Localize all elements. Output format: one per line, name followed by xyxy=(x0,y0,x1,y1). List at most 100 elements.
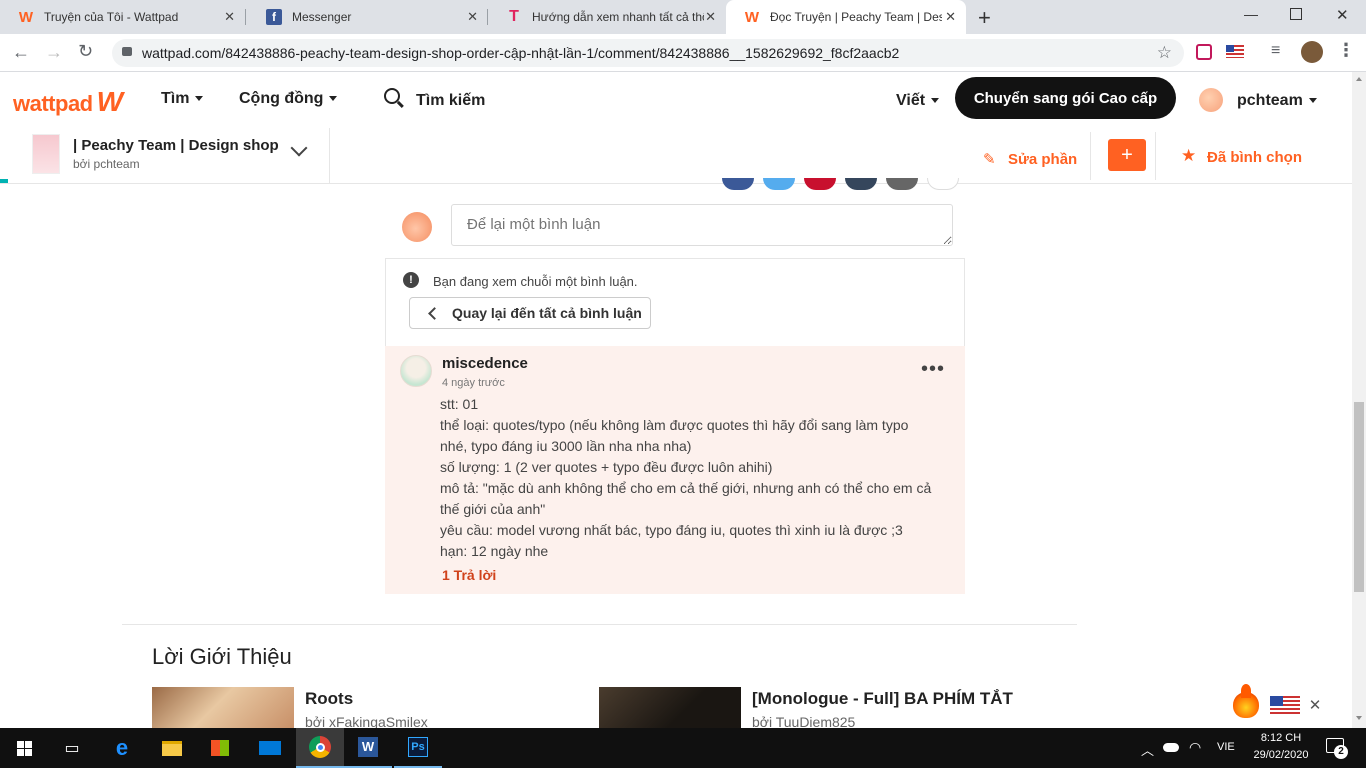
tab-wattpad-stories[interactable]: W Truyện của Tôi - Wattpad ✕ xyxy=(0,0,245,34)
browser-tab-strip: W Truyện của Tôi - Wattpad ✕ f Messenger… xyxy=(0,0,1366,34)
reading-progress xyxy=(0,179,8,183)
word-icon[interactable]: W xyxy=(344,728,392,768)
story-cover[interactable] xyxy=(32,134,60,174)
more-dots-icon[interactable]: ••• xyxy=(921,358,945,381)
task-view-icon[interactable]: ▭ xyxy=(48,728,96,768)
new-tab-icon[interactable]: + xyxy=(978,5,991,31)
more-share-icon[interactable] xyxy=(927,178,959,190)
close-tab-icon[interactable]: ✕ xyxy=(945,9,956,25)
show-hidden-icons-icon[interactable]: ︿ xyxy=(1141,740,1154,759)
scroll-up-icon[interactable] xyxy=(1356,77,1362,81)
current-user-avatar xyxy=(402,212,432,242)
url-text: wattpad.com/842438886-peachy-team-design… xyxy=(142,45,900,61)
language-indicator[interactable]: VIE xyxy=(1217,741,1235,753)
reload-icon[interactable]: ↻ xyxy=(78,41,93,62)
tab-peachy-team-active[interactable]: W Đọc Truyện | Peachy Team | Desig ✕ xyxy=(726,0,966,34)
mail-icon[interactable] xyxy=(246,728,294,768)
reply-count-link[interactable]: 1 Trả lời xyxy=(442,567,496,583)
t-logo-icon: T xyxy=(509,8,519,25)
divider xyxy=(122,624,1077,625)
extension-icon[interactable] xyxy=(1196,44,1212,60)
close-tab-icon[interactable]: ✕ xyxy=(224,9,235,25)
tab-guide[interactable]: T Hướng dẫn xem nhanh tất cả thô ✕ xyxy=(488,0,726,34)
comment-line: stt: 01 xyxy=(440,396,479,412)
windows-start-icon[interactable] xyxy=(0,728,48,768)
comment-input[interactable] xyxy=(451,204,953,246)
user-menu[interactable]: pchteam xyxy=(1237,92,1317,110)
add-to-list-button[interactable]: + xyxy=(1108,139,1146,171)
profile-avatar[interactable] xyxy=(1301,41,1323,63)
caret-down-icon xyxy=(931,98,940,104)
back-label: Quay lại đến tất cả bình luận xyxy=(452,305,642,321)
browser-toolbar: ← → ↻ wattpad.com/842438886-peachy-team-… xyxy=(0,34,1366,72)
community-menu[interactable]: Cộng đồng xyxy=(239,90,338,108)
recommendation-title[interactable]: Roots xyxy=(305,689,353,709)
comment-time: 4 ngày trước xyxy=(442,377,505,389)
wifi-icon[interactable]: ◠ xyxy=(1189,739,1201,756)
chrome-menu-icon[interactable]: ⋮ xyxy=(1337,40,1355,61)
write-menu[interactable]: Viết xyxy=(896,92,940,110)
caret-down-icon xyxy=(195,96,204,102)
thread-notice: ! Bạn đang xem chuỗi một bình luận. Quay… xyxy=(385,258,965,346)
media-queue-icon[interactable]: ≡ xyxy=(1271,42,1280,60)
store-icon[interactable] xyxy=(196,728,244,768)
wattpad-logo-icon: W xyxy=(744,8,760,26)
recommendation-title[interactable]: [Monologue - Full] BA PHÍM TẮT xyxy=(752,689,1013,709)
close-tab-icon[interactable]: ✕ xyxy=(467,9,478,25)
recommendation-cover[interactable] xyxy=(599,687,741,728)
photoshop-icon[interactable]: Ps xyxy=(394,728,442,768)
pinterest-share-icon[interactable] xyxy=(804,178,836,190)
thread-notice-text: Bạn đang xem chuỗi một bình luận. xyxy=(433,274,638,289)
close-widget-icon[interactable]: ✕ xyxy=(1302,693,1328,719)
chevron-down-icon[interactable] xyxy=(290,139,308,157)
clock-date[interactable]: 29/02/2020 xyxy=(1248,749,1314,761)
tumblr-share-icon[interactable] xyxy=(845,178,877,190)
onedrive-icon[interactable] xyxy=(1163,743,1179,752)
minimize-icon[interactable]: — xyxy=(1244,6,1258,22)
edit-part-button[interactable]: Sửa phần xyxy=(1008,151,1077,168)
user-avatar[interactable] xyxy=(1199,88,1223,112)
back-arrow-icon[interactable]: ← xyxy=(12,42,30,63)
recommendation-cover[interactable] xyxy=(152,687,294,728)
us-flag-extension-icon[interactable] xyxy=(1226,45,1244,58)
address-bar[interactable]: wattpad.com/842438886-peachy-team-design… xyxy=(112,39,1184,67)
commenter-avatar[interactable] xyxy=(400,355,432,387)
close-window-icon[interactable]: ✕ xyxy=(1336,6,1349,24)
twitter-share-icon[interactable] xyxy=(763,178,795,190)
email-share-icon[interactable] xyxy=(886,178,918,190)
tab-title: Hướng dẫn xem nhanh tất cả thô xyxy=(532,10,704,24)
file-explorer-icon[interactable] xyxy=(148,728,196,768)
back-to-all-comments-button[interactable]: Quay lại đến tất cả bình luận xyxy=(409,297,651,329)
clock-time[interactable]: 8:12 CH xyxy=(1248,732,1314,744)
maximize-icon[interactable] xyxy=(1290,8,1302,20)
premium-button[interactable]: Chuyển sang gói Cao cấp xyxy=(955,77,1176,119)
wattpad-logo-icon: W xyxy=(18,8,34,26)
pencil-icon: ✎ xyxy=(983,151,996,168)
windows-taskbar: ▭ e W Ps ︿ ◠ VIE 8:12 CH 29/02/2020 2 xyxy=(0,728,1366,768)
voted-button[interactable]: Đã bình chọn xyxy=(1207,149,1302,166)
commenter-name[interactable]: miscedence xyxy=(442,355,528,372)
tab-title: Đọc Truyện | Peachy Team | Desig xyxy=(770,10,942,24)
wattpad-logo[interactable]: wattpad W xyxy=(13,86,123,118)
tab-messenger[interactable]: f Messenger ✕ xyxy=(248,0,488,34)
hotspot-flame-icon[interactable] xyxy=(1231,684,1261,720)
bookmark-star-icon[interactable]: ☆ xyxy=(1157,39,1172,67)
forward-arrow-icon[interactable]: → xyxy=(45,42,63,63)
search-link[interactable]: Tìm kiếm xyxy=(416,92,485,110)
chrome-taskbar-icon[interactable] xyxy=(296,728,344,768)
facebook-logo-icon: f xyxy=(266,9,282,25)
page-scrollbar[interactable] xyxy=(1352,72,1366,728)
notification-count-badge: 2 xyxy=(1334,745,1348,759)
tab-title: Truyện của Tôi - Wattpad xyxy=(44,10,179,24)
scrollbar-thumb[interactable] xyxy=(1354,402,1364,592)
us-flag-icon[interactable] xyxy=(1270,696,1300,716)
caret-down-icon xyxy=(1308,98,1317,104)
facebook-share-icon[interactable] xyxy=(722,178,754,190)
lock-icon xyxy=(122,47,132,56)
close-tab-icon[interactable]: ✕ xyxy=(705,9,716,25)
scroll-down-icon[interactable] xyxy=(1356,716,1362,720)
story-author[interactable]: bởi pchteam xyxy=(73,157,140,171)
edge-icon[interactable]: e xyxy=(98,728,146,768)
browse-menu[interactable]: Tìm xyxy=(161,90,204,108)
story-title[interactable]: | Peachy Team | Design shop xyxy=(73,137,279,154)
